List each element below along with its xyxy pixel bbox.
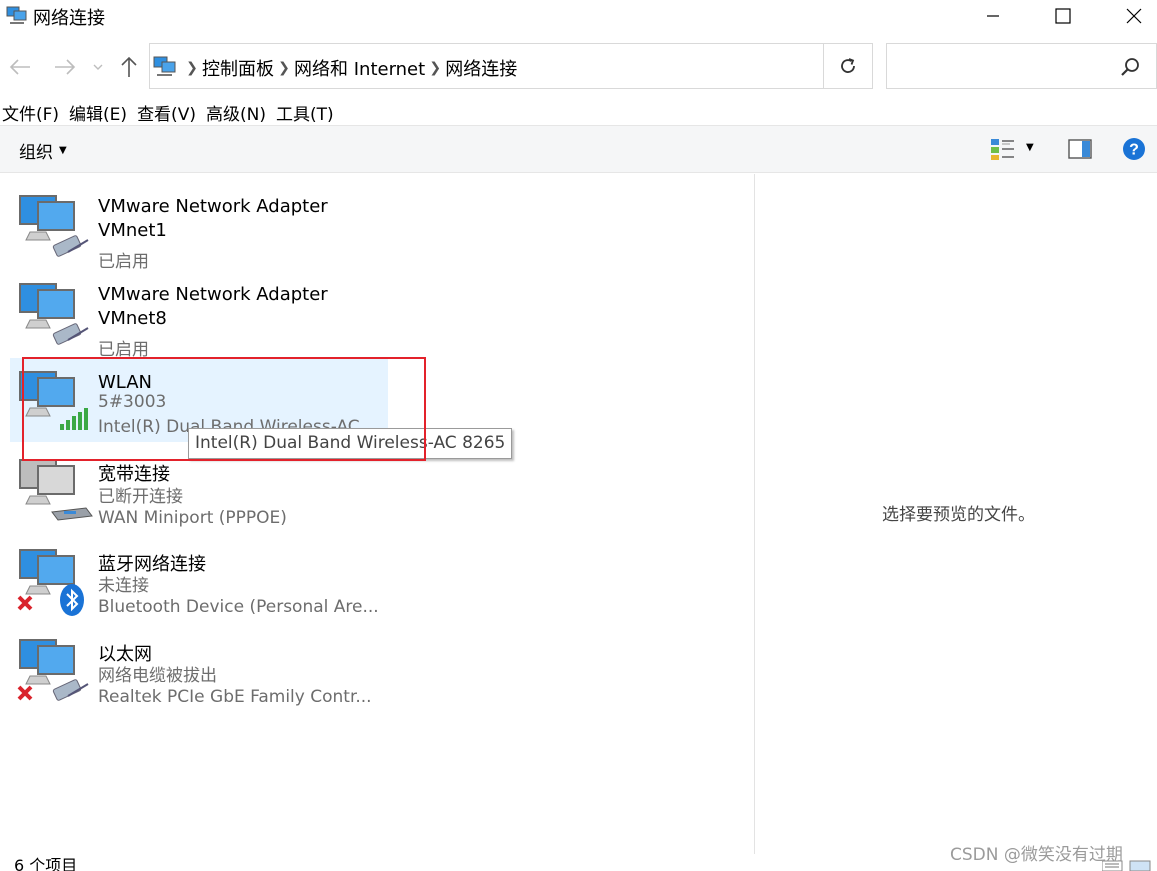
close-button[interactable]	[1111, 0, 1157, 32]
organize-label: 组织	[19, 143, 53, 163]
item-name-line2: VMnet1	[98, 220, 167, 241]
preview-pane: 选择要预览的文件。	[755, 174, 1157, 854]
menu-bar: 文件(F) 编辑(E) 查看(V) 高级(N) 工具(T)	[0, 97, 1157, 125]
help-icon[interactable]: ?	[1122, 137, 1146, 161]
item-device: Bluetooth Device (Personal Are...	[98, 597, 379, 617]
breadcrumb: ❯ 控制面板 ❯ 网络和 Internet ❯ 网络连接	[182, 55, 517, 81]
caret-down-icon: ▼	[59, 145, 67, 156]
arrow-right-icon	[55, 59, 76, 75]
breadcrumb-network-connections[interactable]: 网络连接	[445, 55, 517, 81]
chevron-right-icon[interactable]: ❯	[274, 60, 294, 76]
recent-locations-button[interactable]	[88, 52, 108, 82]
menu-advanced[interactable]: 高级(N)	[205, 97, 274, 125]
item-status: 网络电缆被拔出	[98, 666, 217, 686]
command-bar: 组织 ▼ ▼ ?	[0, 125, 1157, 173]
item-status: 已断开连接	[98, 487, 183, 507]
maximize-button[interactable]	[1040, 0, 1086, 32]
back-button[interactable]	[5, 52, 35, 82]
up-button[interactable]	[114, 52, 144, 82]
view-options-caret-icon[interactable]: ▼	[1026, 142, 1034, 153]
chevron-right-icon[interactable]: ❯	[182, 60, 202, 76]
arrow-up-icon	[121, 56, 137, 77]
item-count: 6 个项目	[14, 856, 78, 871]
refresh-button[interactable]	[824, 43, 873, 89]
ethernet-adapter-icon	[17, 639, 89, 701]
menu-edit[interactable]: 编辑(E)	[68, 97, 135, 125]
window-title: 网络连接	[33, 8, 105, 29]
list-item-bluetooth[interactable]: 蓝牙网络连接 未连接 Bluetooth Device (Personal Ar…	[10, 536, 388, 620]
ethernet-adapter-icon	[19, 283, 89, 345]
search-input[interactable]	[886, 43, 1157, 89]
preview-pane-icon[interactable]	[1068, 139, 1092, 159]
item-status: 未连接	[98, 576, 149, 596]
navigation-row: ❯ 控制面板 ❯ 网络和 Internet ❯ 网络连接	[0, 40, 1157, 92]
svg-text:?: ?	[1129, 142, 1139, 159]
preview-message: 选择要预览的文件。	[882, 505, 1035, 525]
item-device: Realtek PCIe GbE Family Contr...	[98, 687, 372, 707]
title-bar: 网络连接	[0, 0, 1157, 34]
list-item-ethernet[interactable]: 以太网 网络电缆被拔出 Realtek PCIe GbE Family Cont…	[10, 626, 388, 710]
menu-file[interactable]: 文件(F)	[0, 97, 67, 125]
broadband-icon	[19, 459, 93, 521]
list-item-vmnet8[interactable]: VMware Network Adapter VMnet8 已启用	[10, 270, 388, 360]
breadcrumb-control-panel[interactable]: 控制面板	[202, 55, 274, 81]
address-bar[interactable]: ❯ 控制面板 ❯ 网络和 Internet ❯ 网络连接	[149, 43, 961, 89]
item-name: VMware Network Adapter	[98, 284, 328, 305]
menu-view[interactable]: 查看(V)	[136, 97, 204, 125]
breadcrumb-network-internet[interactable]: 网络和 Internet	[294, 55, 425, 81]
change-view-icon[interactable]	[990, 137, 1016, 161]
network-connections-icon	[6, 6, 27, 24]
chevron-right-icon[interactable]: ❯	[425, 60, 445, 76]
arrow-left-icon	[9, 59, 30, 75]
menu-tools[interactable]: 工具(T)	[275, 97, 342, 125]
ethernet-adapter-icon	[19, 195, 89, 257]
search-icon[interactable]	[1120, 56, 1142, 78]
bluetooth-adapter-icon	[17, 549, 84, 616]
item-name: VMware Network Adapter	[98, 196, 328, 217]
network-connections-icon	[153, 56, 176, 76]
watermark: CSDN @微笑没有过期	[950, 845, 1123, 865]
item-name-line2: VMnet8	[98, 308, 167, 329]
organize-button[interactable]: 组织 ▼	[19, 138, 67, 163]
maximize-icon	[1055, 8, 1071, 24]
item-device: WAN Miniport (PPPOE)	[98, 508, 287, 528]
item-status: 已启用	[98, 252, 149, 272]
chevron-down-icon	[93, 64, 103, 70]
annotation-highlight-box	[22, 357, 426, 461]
forward-button[interactable]	[50, 52, 80, 82]
close-icon	[1126, 8, 1142, 24]
minimize-button[interactable]	[970, 0, 1016, 32]
refresh-icon	[841, 58, 855, 73]
minimize-icon	[987, 15, 999, 17]
list-item-vmnet1[interactable]: VMware Network Adapter VMnet1 已启用	[10, 182, 388, 272]
